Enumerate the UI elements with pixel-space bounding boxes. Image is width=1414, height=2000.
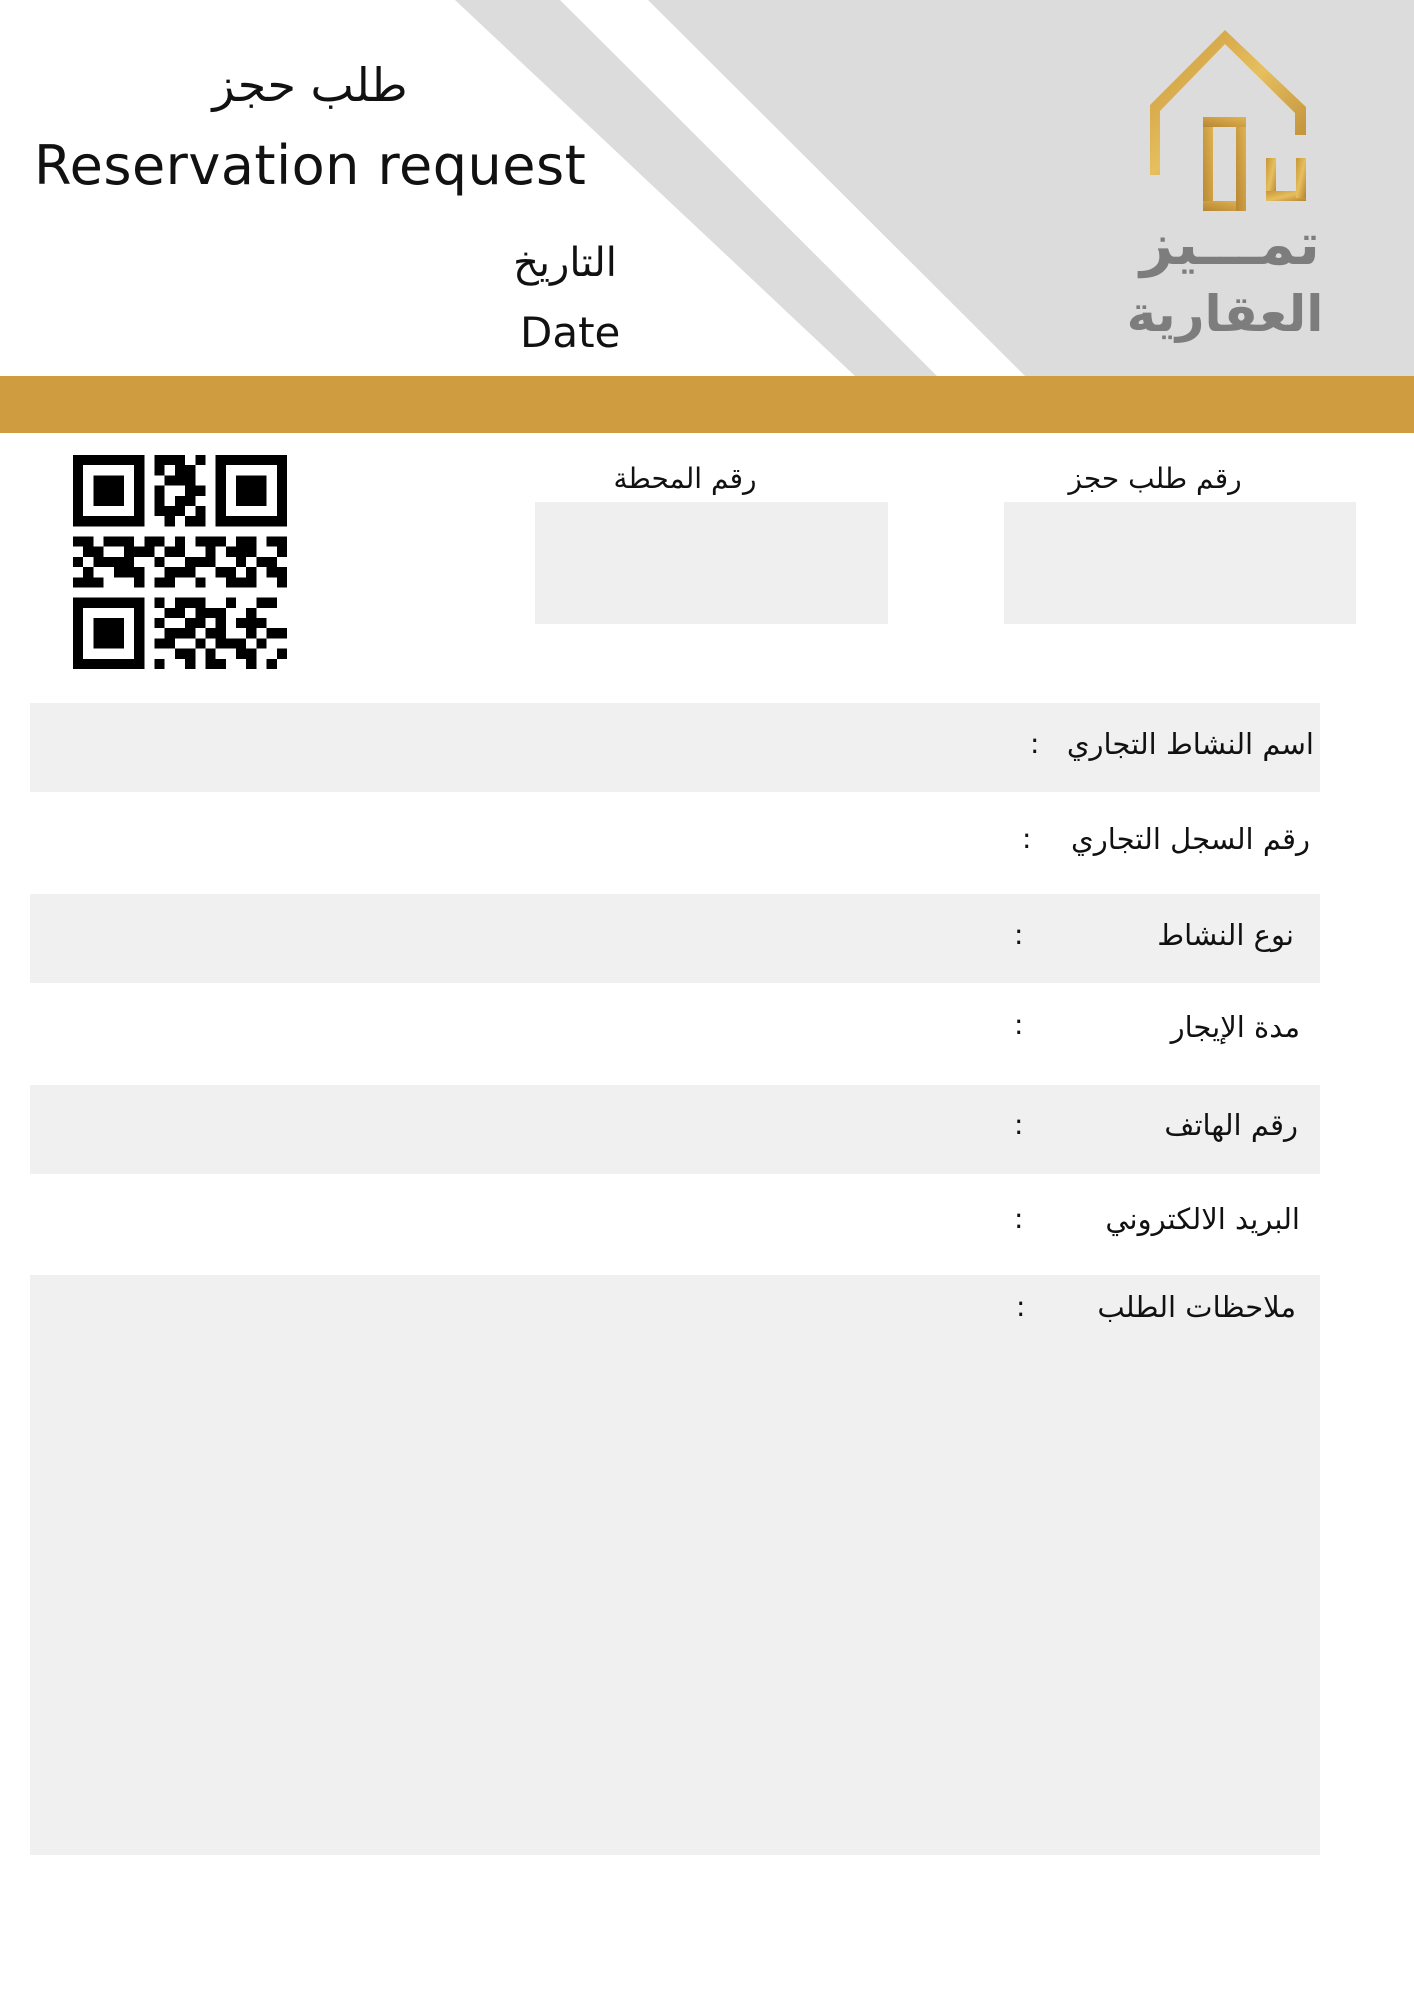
- station-number-label: رقم المحطة: [613, 462, 757, 495]
- date-label-arabic: التاريخ: [513, 240, 617, 286]
- field-colon: :: [1014, 1202, 1024, 1235]
- request-notes-area[interactable]: [30, 1275, 1320, 1855]
- field-colon: :: [1014, 918, 1024, 951]
- field-label-activity-type: نوع النشاط: [1157, 918, 1294, 952]
- logo-text-line2: العقارية: [1126, 285, 1324, 343]
- field-colon: :: [1014, 1008, 1024, 1041]
- qr-code-icon: [73, 455, 287, 669]
- logo-text-line1: تمـــيز: [1140, 210, 1320, 278]
- field-label-email: البريد الالكتروني: [1105, 1202, 1300, 1236]
- phone-number-row[interactable]: [30, 1085, 1320, 1174]
- activity-type-row[interactable]: [30, 894, 1320, 983]
- field-label-request-notes: ملاحظات الطلب: [1097, 1290, 1296, 1324]
- title-arabic: طلب حجز: [212, 58, 408, 112]
- field-colon: :: [1016, 1290, 1026, 1323]
- reservation-number-label: رقم طلب حجز: [1068, 462, 1242, 495]
- title-english: Reservation request: [34, 134, 587, 197]
- field-label-business-name: اسم النشاط التجاري: [1066, 727, 1314, 761]
- gold-divider-bar: [0, 376, 1414, 433]
- field-colon: :: [1022, 822, 1032, 855]
- date-label-english: Date: [520, 308, 621, 357]
- field-label-phone-number: رقم الهاتف: [1164, 1108, 1298, 1142]
- reservation-number-field[interactable]: [1004, 502, 1356, 624]
- field-label-lease-duration: مدة الإيجار: [1170, 1010, 1300, 1044]
- station-number-field[interactable]: [535, 502, 888, 624]
- field-colon: :: [1014, 1108, 1024, 1141]
- house-logo-icon: [1150, 30, 1306, 211]
- field-colon: :: [1030, 727, 1040, 760]
- field-label-commercial-register: رقم السجل التجاري: [1071, 822, 1310, 856]
